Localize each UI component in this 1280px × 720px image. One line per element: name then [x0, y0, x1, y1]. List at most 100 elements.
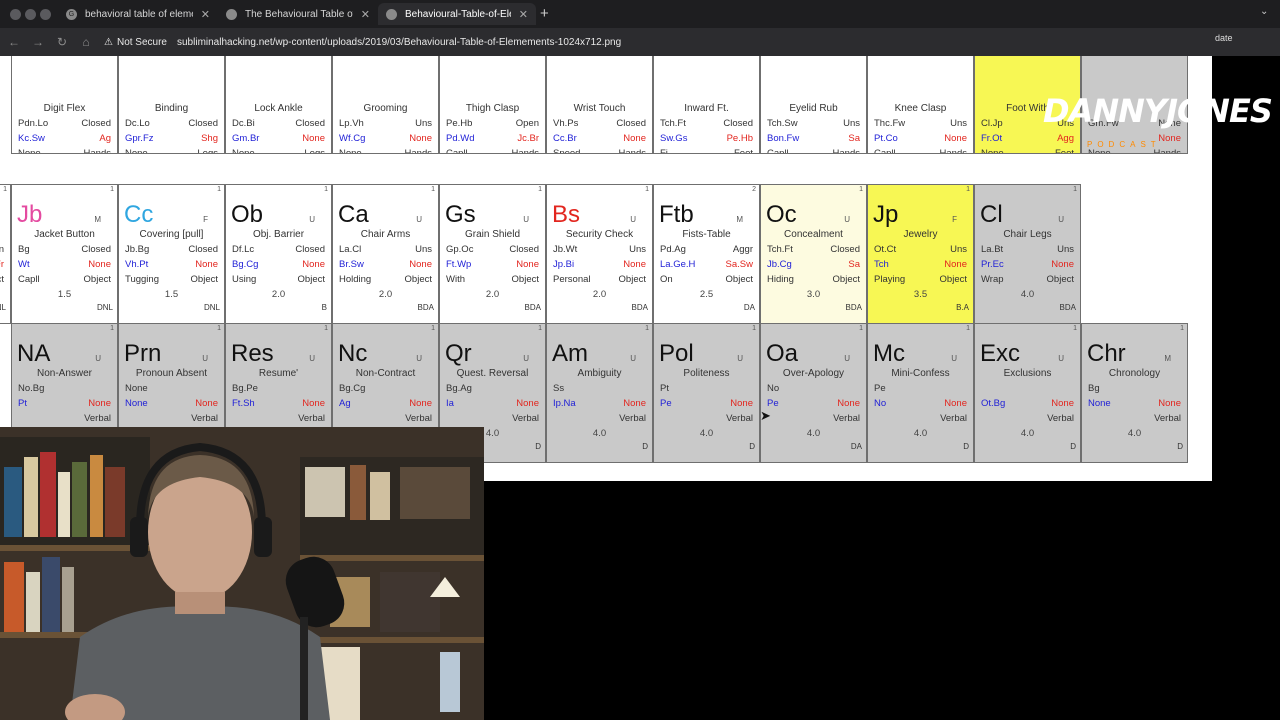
element-name: Thigh Clasp [465, 103, 520, 114]
cell-score: 3.0 [806, 289, 821, 300]
cell-row-1: Jb.Wt Uns [553, 244, 646, 255]
element-name: Jewelry [903, 229, 938, 240]
element-cell: 1WcUWatch CheckKc.Jc.LcOpenCgFrCapllObje… [0, 184, 11, 324]
element-gender-code: U [416, 215, 422, 224]
cell-type-code: B.A [956, 303, 969, 312]
cell-type-code: D [535, 442, 541, 451]
element-gender-code: U [1058, 215, 1064, 224]
close-tab-icon[interactable]: ✕ [519, 8, 528, 21]
cell-row-2: Cc.Br None [553, 133, 646, 144]
cell-row-2: Ip.Na None [553, 398, 646, 409]
cell-row-2: Ia None [446, 398, 539, 409]
element-cell: 1 Chr M Chronology Bg None None Verbal 4.0 D [1081, 323, 1188, 463]
close-tab-icon[interactable]: ✕ [201, 8, 210, 21]
cell-row-1: Pe.Hb Open [446, 118, 539, 129]
element-symbol: Chr [1087, 340, 1126, 367]
cell-row-3: On Object [660, 274, 753, 285]
cell-row-1: None [125, 383, 148, 394]
cell-score: 2.0 [271, 289, 286, 300]
cell-row-1: Jb.Bg Closed [125, 244, 218, 255]
element-cell: Thigh Clasp Pe.Hb Open Pd.Wd Jc.Br Capll Hands… [439, 56, 546, 154]
cell-row-2: Sw.Gs Pe.Hb [660, 133, 753, 144]
cell-score: 1.5 [57, 289, 72, 300]
forward-icon[interactable]: → [26, 35, 50, 49]
cell-row-2: Gpr.Fz Shg [125, 133, 218, 144]
cell-row-3: None Legs [232, 148, 325, 154]
cell-score: 3.5 [913, 289, 928, 300]
element-symbol: Exc [980, 340, 1021, 367]
cell-row-2: Pt None [18, 398, 111, 409]
globe-favicon-icon [386, 8, 397, 20]
element-name: Fists-Table [682, 229, 731, 240]
element-name: Digit Flex [43, 103, 86, 114]
cell-row-3: Verbal [191, 413, 218, 424]
cell-row-1: Ot.Ct Uns [874, 244, 967, 255]
element-symbol: Bs [552, 201, 581, 228]
cell-type-code: DNL [96, 303, 113, 312]
cell-type-code: D [1177, 442, 1183, 451]
element-gender-code: F [203, 215, 208, 224]
cell-row-1: Kc.Jc.LcOpen [0, 244, 4, 255]
cell-row-1: Tch.Sw Uns [767, 118, 860, 129]
element-gender-code: U [309, 354, 315, 363]
element-cell: 1 Mc U Mini-Confess Pe No None Verbal 4.0 D [867, 323, 974, 463]
cell-row-3: Verbal [1154, 413, 1181, 424]
cell-row-3: Tugging Object [125, 274, 218, 285]
cell-row-3: With Object [446, 274, 539, 285]
element-name: Ambiguity [577, 368, 622, 379]
update-button[interactable]: date [1215, 33, 1233, 43]
cell-row-2: Pd.Wd Jc.Br [446, 133, 539, 144]
cell-row-3: Fi Feet [660, 148, 753, 154]
cell-number: 1 [538, 186, 542, 193]
tab-image[interactable]: Behavioural-Table-of-Elemen ✕ [378, 3, 536, 25]
cell-row-3: Capll Hands [874, 148, 967, 154]
element-name: Pronoun Absent [135, 368, 208, 379]
reload-icon[interactable]: ↻ [50, 35, 74, 49]
cell-row-1: La.Cl Uns [339, 244, 432, 255]
element-gender-code: F [952, 215, 957, 224]
element-gender-code: U [309, 215, 315, 224]
cell-number: 1 [966, 186, 970, 193]
home-icon[interactable]: ⌂ [74, 35, 98, 49]
cell-row-2: Br.Sw None [339, 259, 432, 270]
cell-row-1: Bg.Ag [446, 383, 472, 394]
chevron-down-icon[interactable]: ⌄ [1260, 6, 1268, 17]
cell-score: 4.0 [913, 428, 928, 439]
address-bar[interactable]: ⚠ Not Secure subliminalhacking.net/wp-con… [104, 32, 1224, 52]
cell-number: 1 [1073, 186, 1077, 193]
cell-number: 1 [217, 186, 221, 193]
element-cell: 1 Exc U Exclusions Ot.Bg None Verbal 4.0 D [974, 323, 1081, 463]
element-cell: Lock AnkleDc.BiClosedGm.BrNoneNoneLegs2.… [225, 56, 332, 154]
url-text[interactable]: subliminalhacking.net/wp-content/uploads… [177, 37, 621, 48]
cell-type-code: D [963, 442, 969, 451]
cell-row-3: CapllObject [18, 274, 111, 285]
cell-row-2: Fr.Ot Agg [981, 133, 1074, 144]
tab-search[interactable]: G behavioral table of elements ✕ [58, 3, 218, 25]
cell-row-1: No.Bg [18, 383, 45, 394]
cell-number: 1 [110, 325, 114, 332]
close-tab-icon[interactable]: ✕ [361, 8, 370, 21]
cell-row-1: Pd.Ag Aggr [660, 244, 753, 255]
cell-row-3: Verbal [726, 413, 753, 424]
back-icon[interactable]: ← [2, 35, 26, 49]
cell-row-2: Gm.Br None [232, 133, 325, 144]
element-symbol: Cc [124, 201, 154, 228]
element-cell: Knee ClaspThc.FwUnsPt.CoNoneCapllHands2.… [867, 56, 974, 154]
cell-row-3: None Feet [981, 148, 1074, 154]
window-minimize-dot[interactable] [25, 9, 36, 20]
tab-article[interactable]: The Behavioural Table of Ele ✕ [218, 3, 378, 25]
element-symbol: Am [552, 340, 588, 367]
window-zoom-dot[interactable] [40, 9, 51, 20]
cell-row-3: CapllObject [0, 274, 4, 285]
cell-number: 1 [431, 186, 435, 193]
element-cell: 1 Pol U Politeness Pt Pe None Verbal 4.0 D [653, 323, 760, 463]
cell-score: 2.0 [378, 289, 393, 300]
new-tab-icon[interactable]: + [540, 5, 549, 22]
element-name: Mini-Confess [891, 368, 950, 379]
cell-row-3: Verbal [1047, 413, 1074, 424]
cell-number: 1 [645, 186, 649, 193]
cell-type-code: D [1070, 442, 1076, 451]
window-close-dot[interactable] [10, 9, 21, 20]
cell-type-code: BDA [524, 303, 541, 312]
security-indicator[interactable]: ⚠ Not Secure [104, 37, 167, 48]
